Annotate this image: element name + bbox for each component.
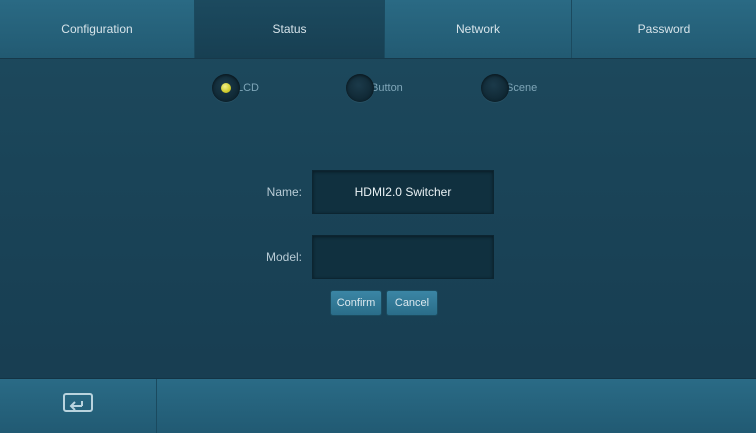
cancel-button[interactable]: Cancel: [386, 290, 438, 316]
confirm-button[interactable]: Confirm: [330, 290, 382, 316]
tab-bar: Configuration Status Network Password: [0, 0, 756, 59]
radio-indicator: [212, 74, 240, 102]
radio-lcd[interactable]: LCD: [212, 74, 259, 102]
mode-radio-group: LCD Button Scene: [0, 74, 756, 104]
model-field[interactable]: [312, 235, 494, 279]
name-label: Name:: [266, 185, 302, 199]
tab-password[interactable]: Password: [572, 0, 756, 58]
tab-status[interactable]: Status: [195, 0, 385, 58]
radio-indicator: [481, 74, 509, 102]
radio-scene-label: Scene: [506, 82, 538, 94]
radio-scene[interactable]: Scene: [481, 74, 537, 102]
return-icon: [62, 392, 94, 421]
footer-bar: [0, 378, 756, 433]
tab-configuration[interactable]: Configuration: [0, 0, 195, 58]
radio-lcd-label: LCD: [237, 82, 260, 94]
return-button[interactable]: [0, 379, 157, 433]
name-field[interactable]: HDMI2.0 Switcher: [312, 170, 494, 214]
radio-button[interactable]: Button: [346, 74, 403, 102]
radio-button-label: Button: [371, 82, 403, 94]
tab-network[interactable]: Network: [385, 0, 572, 58]
radio-indicator: [346, 74, 374, 102]
model-label: Model:: [265, 250, 302, 264]
